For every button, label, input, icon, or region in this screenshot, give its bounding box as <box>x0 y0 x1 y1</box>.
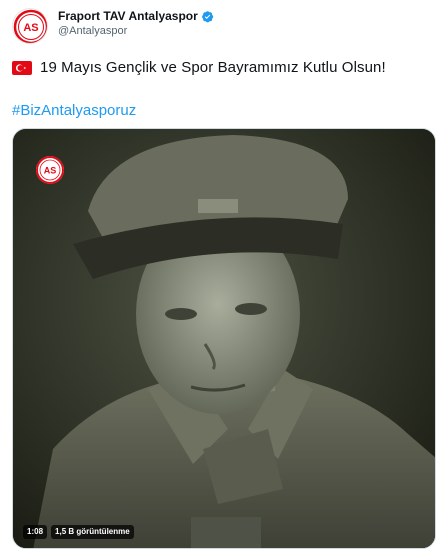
author-display-name[interactable]: Fraport TAV Antalyaspor <box>58 9 198 23</box>
verified-badge-icon <box>201 10 213 22</box>
author-handle[interactable]: @Antalyaspor <box>58 25 127 38</box>
tweet-card[interactable]: AS Fraport TAV Antalyaspor @Antalyaspor … <box>0 0 441 554</box>
hashtag-link[interactable]: #BizAntalyasporuz <box>12 101 136 121</box>
svg-text:AS: AS <box>44 166 57 176</box>
turkey-flag-icon <box>12 61 32 75</box>
video-duration: 1:08 <box>23 525 48 539</box>
tweet-text: 19 Mayıs Gençlik ve Spor Bayramımız Kutl… <box>40 59 386 76</box>
svg-text:AS: AS <box>23 22 38 34</box>
avatar[interactable]: AS <box>12 8 48 44</box>
antalyaspor-watermark: AS <box>35 155 65 185</box>
antalyaspor-logo-icon: AS <box>36 156 64 184</box>
antalyaspor-logo-icon: AS <box>13 9 47 43</box>
video-thumbnail <box>13 129 435 548</box>
video-view-count: 1,5 B görüntülenme <box>51 525 134 539</box>
video-player[interactable]: AS 1:08 1,5 B görüntülenme <box>12 128 436 549</box>
